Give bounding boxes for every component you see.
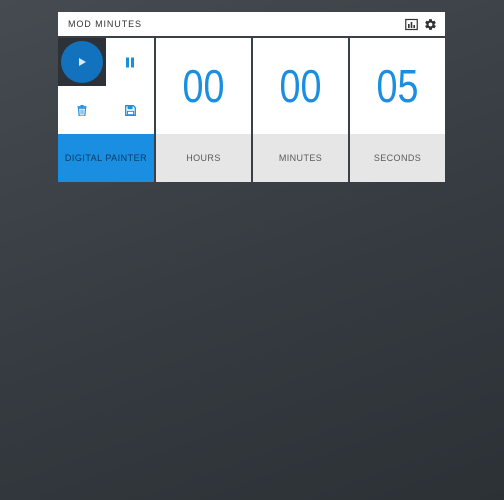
hours-label: HOURS xyxy=(156,134,251,182)
minutes-value: 00 xyxy=(261,38,340,134)
seconds-value: 05 xyxy=(358,38,437,134)
control-panel: DIGITAL PAINTER xyxy=(58,38,154,182)
play-circle[interactable] xyxy=(61,41,103,83)
pause-icon xyxy=(126,57,134,67)
pause-button[interactable] xyxy=(106,38,154,86)
play-icon xyxy=(79,58,86,66)
app-title: MOD MINUTES xyxy=(68,19,142,29)
seconds-unit: 05 SECONDS xyxy=(350,38,445,182)
delete-button[interactable] xyxy=(58,86,106,134)
hours-display: 00 xyxy=(156,38,251,134)
seconds-display: 05 xyxy=(350,38,445,134)
play-button[interactable] xyxy=(58,38,106,86)
seconds-label: SECONDS xyxy=(350,134,445,182)
save-button[interactable] xyxy=(106,86,154,134)
hours-unit: 00 HOURS xyxy=(156,38,251,182)
timer-widget: MOD MINUTES DIGITAL PAINTER 00 HOURS 00 … xyxy=(58,12,445,182)
trash-icon xyxy=(77,104,87,116)
brand-label: DIGITAL PAINTER xyxy=(58,134,154,182)
bar-chart-icon[interactable] xyxy=(405,18,418,31)
minutes-label: MINUTES xyxy=(253,134,348,182)
hours-value: 00 xyxy=(164,38,243,134)
title-bar: MOD MINUTES xyxy=(58,12,445,36)
save-icon xyxy=(124,104,136,116)
minutes-display: 00 xyxy=(253,38,348,134)
minutes-unit: 00 MINUTES xyxy=(253,38,348,182)
gear-icon[interactable] xyxy=(424,18,437,31)
title-bar-actions xyxy=(405,17,437,31)
